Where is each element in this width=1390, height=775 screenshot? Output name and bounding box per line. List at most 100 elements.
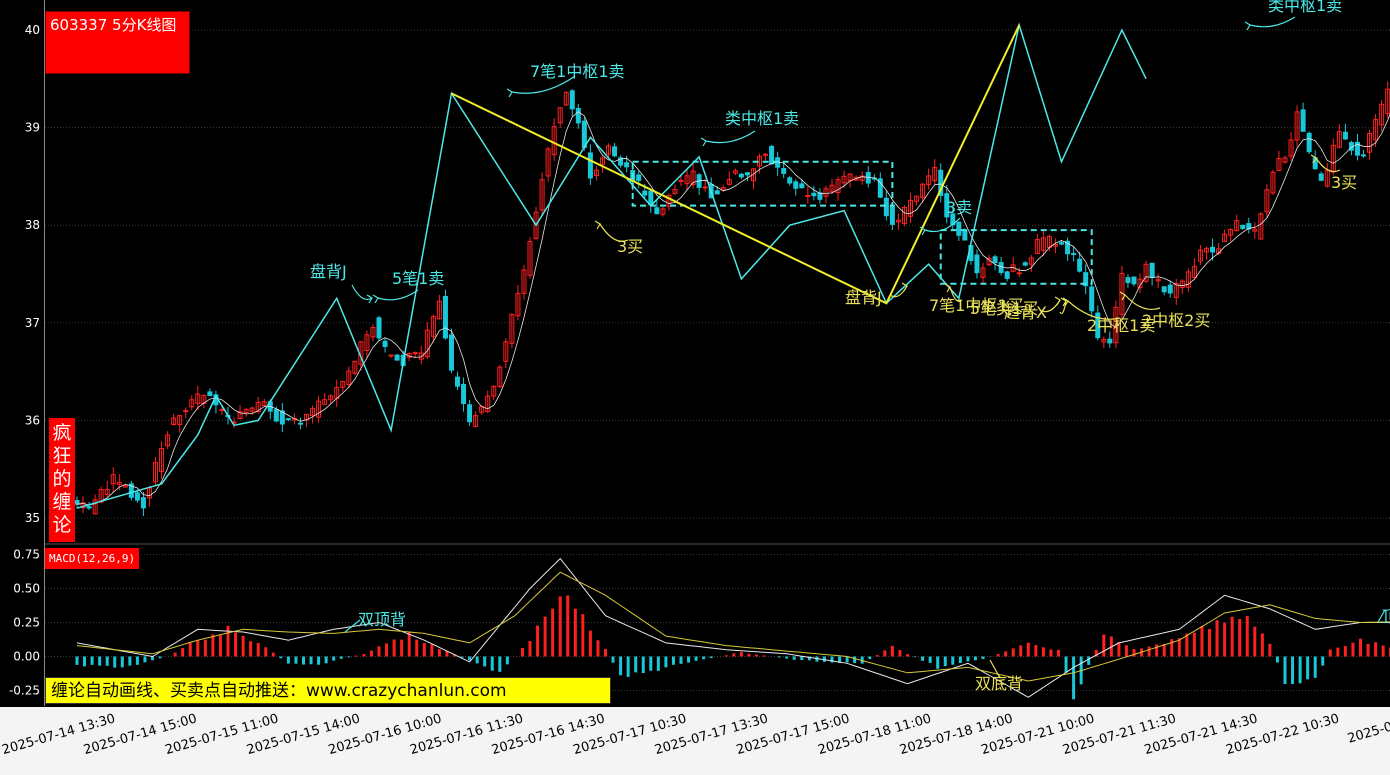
candle-body <box>787 177 793 184</box>
watermark-char: 论 <box>52 514 72 536</box>
candle-body <box>889 204 895 225</box>
watermark-char: 的 <box>52 468 72 490</box>
candle-body <box>805 195 811 198</box>
candle-body <box>297 422 303 425</box>
candle-body <box>183 410 189 413</box>
candle-body <box>1210 246 1216 253</box>
annotation-arrow <box>1315 157 1341 173</box>
candle-body <box>1240 224 1246 229</box>
watermark-char: 狂 <box>52 445 72 467</box>
candle-body <box>467 404 473 423</box>
candle-body <box>1125 277 1131 284</box>
kline-chart-svg[interactable]: 35 36 37 38 39 40 0.75 0.50 0.25 0.00 -0.25 7笔1中枢1卖… <box>0 0 1390 775</box>
macd-annotation: 顶 <box>1382 607 1390 626</box>
candle-body <box>86 506 92 509</box>
macd-tick-label: 0.50 <box>13 582 40 596</box>
candle-body <box>1161 286 1167 293</box>
signal-annotation: 类中枢1卖 <box>725 109 799 128</box>
candle-body <box>714 190 720 195</box>
candle-body <box>461 383 467 404</box>
candle-body <box>962 229 968 241</box>
candle-body <box>285 418 291 421</box>
candle-body <box>781 167 787 174</box>
candle-body <box>1071 253 1077 256</box>
bi-stroke-line <box>76 22 1147 509</box>
candle-body <box>1077 258 1083 272</box>
candle-body <box>448 334 454 371</box>
macd-tick-label: -0.25 <box>9 684 40 698</box>
candle-body <box>455 376 461 387</box>
candle-body <box>702 186 708 189</box>
annotation-arrowhead <box>944 283 951 293</box>
candle-body <box>642 190 648 196</box>
candle-body <box>575 107 581 124</box>
candle-body <box>883 197 889 217</box>
chart-window: 35 36 37 38 39 40 0.75 0.50 0.25 0.00 -0.25 7笔1中枢1卖… <box>0 0 1390 775</box>
price-tick-label: 36 <box>25 413 40 427</box>
candle-body <box>1149 262 1155 278</box>
candle-body <box>1089 286 1095 312</box>
candle-body <box>974 254 980 274</box>
candle-body <box>569 90 575 110</box>
macd-tick-label: 0.00 <box>13 650 40 664</box>
candle-body <box>1361 154 1367 157</box>
candle-body <box>1131 276 1137 285</box>
candle-body <box>1306 132 1312 153</box>
candle-body <box>793 181 799 189</box>
candle-body <box>654 207 660 215</box>
signal-annotation: 趋背X <box>1004 303 1047 322</box>
candle-body <box>382 340 388 347</box>
candle-body <box>956 221 962 236</box>
candle-body <box>678 179 684 182</box>
candle-body <box>1022 262 1028 266</box>
stock-title: 603337 5分K线图 <box>45 11 190 74</box>
macd-tick-label: 0.75 <box>13 548 40 562</box>
promo-banner: 缠论自动画线、买卖点自动推送：www.crazychanlun.com <box>45 677 611 704</box>
candle-body <box>207 391 213 397</box>
x-axis-band <box>0 707 1390 775</box>
candle-body <box>799 183 805 189</box>
annotation-arrow <box>351 284 373 301</box>
annotation-arrow <box>377 289 419 301</box>
candle-body <box>394 354 400 361</box>
candle-body <box>612 146 618 157</box>
macd-indicator-label[interactable]: MACD(12,26,9) <box>45 548 140 569</box>
signal-annotation: 2中枢2买 <box>1142 311 1210 330</box>
candle-body <box>1318 173 1324 181</box>
candle-body <box>134 492 140 501</box>
annotation-arrowhead <box>1054 296 1061 306</box>
price-tick-label: 35 <box>25 511 40 525</box>
watermark-label: 疯 狂 的 缠 论 <box>49 418 75 542</box>
candle-body <box>376 317 382 339</box>
candle-body <box>648 190 654 206</box>
candle-body <box>219 409 225 412</box>
signal-annotation: 盘背J <box>310 262 347 281</box>
moving-average-line <box>76 111 1390 506</box>
annotation-arrow <box>1124 294 1161 311</box>
candle-body <box>738 173 744 178</box>
annotation-arrowhead <box>506 88 513 98</box>
signal-annotation: 类中枢1卖 <box>1268 0 1342 15</box>
signal-annotation: 3买 <box>617 237 643 256</box>
price-tick-label: 39 <box>25 121 40 135</box>
candle-body <box>1167 284 1173 294</box>
candle-body <box>412 352 418 355</box>
annotation-arrowhead <box>700 137 707 147</box>
price-tick-label: 38 <box>25 218 40 232</box>
macd-annotation: 双底背 <box>975 674 1023 693</box>
candle-body <box>817 192 823 200</box>
candle-body <box>624 162 630 168</box>
candle-body <box>1300 109 1306 132</box>
candle-body <box>763 153 769 156</box>
candle-body <box>1016 272 1022 275</box>
candle-body <box>992 256 998 264</box>
signal-annotation: 7笔1中枢1卖 <box>530 62 625 81</box>
candle-body <box>811 192 817 197</box>
candle-body <box>1059 242 1065 245</box>
candle-body <box>442 295 448 339</box>
macd-tick-label: 0.25 <box>13 616 40 630</box>
candle-body <box>1342 131 1348 140</box>
candle-body <box>388 354 394 357</box>
candle-body <box>273 409 279 422</box>
price-tick-label: 37 <box>25 316 40 330</box>
